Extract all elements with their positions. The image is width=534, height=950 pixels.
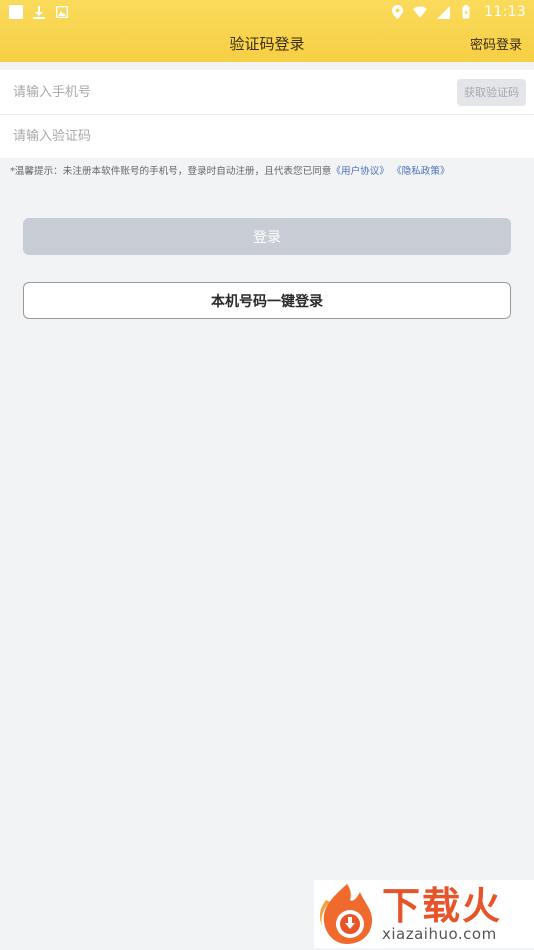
battery-icon <box>459 5 473 19</box>
phone-row: 获取验证码 <box>0 70 534 114</box>
one-key-login-button[interactable]: 本机号码一键登录 <box>23 282 511 319</box>
nav-bar: 验证码登录 密码登录 <box>0 24 534 62</box>
signal-icon <box>436 5 450 19</box>
watermark-text: 下载火 xiazaihuo.com <box>382 886 502 942</box>
agreement-tip: *温馨提示：未注册本软件账号的手机号，登录时自动注册，且代表您已同意《用户协议》… <box>10 163 450 177</box>
watermark-domain: xiazaihuo.com <box>382 925 497 943</box>
page-title: 验证码登录 <box>229 34 305 53</box>
app-header: 11:13 验证码登录 密码登录 <box>0 0 534 62</box>
watermark: 下载火 xiazaihuo.com <box>314 880 534 948</box>
code-row <box>0 114 534 158</box>
phone-input[interactable] <box>13 77 457 107</box>
get-code-button[interactable]: 获取验证码 <box>457 78 526 106</box>
status-bar-left <box>9 5 69 19</box>
location-icon <box>390 5 404 19</box>
status-bar-right: 11:13 <box>390 4 526 20</box>
wifi-icon <box>413 5 428 19</box>
user-agreement-link[interactable]: 《用户协议》 <box>331 166 389 177</box>
download-icon <box>32 5 46 19</box>
status-time: 11:13 <box>484 4 526 20</box>
watermark-brand: 下载火 <box>382 884 503 928</box>
status-bar: 11:13 <box>0 0 534 24</box>
code-input[interactable] <box>13 121 526 152</box>
login-form: 获取验证码 <box>0 70 534 158</box>
image-icon <box>55 5 69 19</box>
flame-logo-icon <box>316 882 378 946</box>
password-login-link[interactable]: 密码登录 <box>470 24 522 62</box>
privacy-policy-link[interactable]: 《隐私政策》 <box>392 166 450 177</box>
login-button[interactable]: 登录 <box>23 218 511 255</box>
notification-square-icon <box>9 5 23 19</box>
tip-text: *温馨提示：未注册本软件账号的手机号，登录时自动注册，且代表您已同意 <box>10 166 332 177</box>
